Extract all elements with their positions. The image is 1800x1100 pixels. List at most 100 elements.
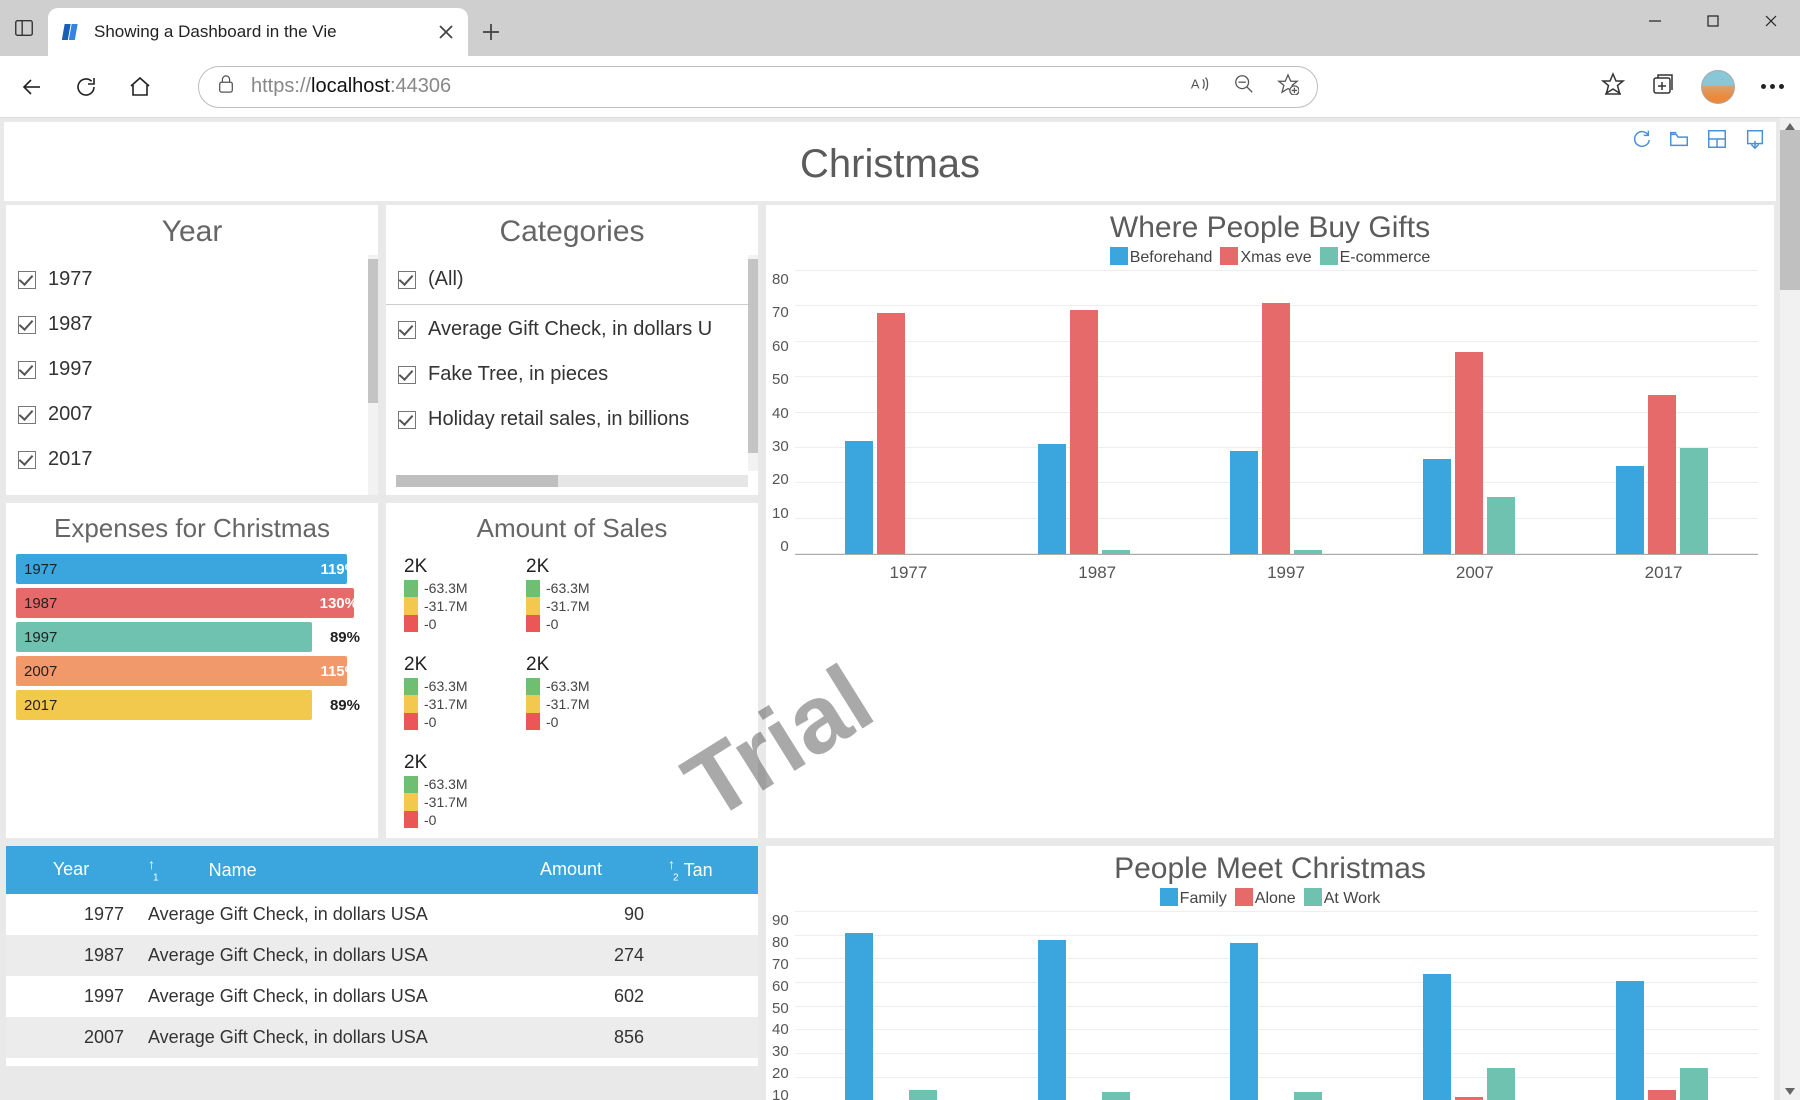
col-amount[interactable]: Amount bbox=[486, 846, 656, 894]
col-name[interactable]: ↑1 Name bbox=[136, 846, 486, 894]
collections-icon[interactable] bbox=[1651, 72, 1675, 101]
checkbox-icon[interactable] bbox=[398, 366, 416, 384]
checkbox-icon[interactable] bbox=[18, 361, 36, 379]
meet-chart-title: People Meet Christmas bbox=[766, 846, 1774, 888]
dash-layout-icon[interactable] bbox=[1706, 128, 1728, 155]
cat-item-all[interactable]: (All) bbox=[386, 257, 758, 302]
checkbox-icon[interactable] bbox=[18, 271, 36, 289]
meet-plot bbox=[795, 912, 1758, 1100]
expense-row: 199789% bbox=[16, 622, 368, 652]
dash-export-icon[interactable] bbox=[1744, 128, 1766, 155]
col-year[interactable]: Year bbox=[6, 846, 136, 894]
more-menu-icon[interactable] bbox=[1761, 84, 1784, 89]
home-button[interactable] bbox=[124, 71, 156, 103]
gauge-value: 2K bbox=[526, 556, 626, 578]
categories-title: Categories bbox=[386, 205, 758, 255]
title-bar: Showing a Dashboard in the Vie bbox=[0, 0, 1800, 56]
table-row[interactable]: 1977Average Gift Check, in dollars USA90 bbox=[6, 894, 758, 935]
gifts-chart-legend: BeforehandXmas eveE-commerce bbox=[766, 247, 1774, 271]
chart-bar bbox=[1423, 459, 1451, 555]
year-scrollbar[interactable] bbox=[368, 255, 378, 495]
sidebar-toggle-icon[interactable] bbox=[0, 0, 48, 56]
expense-label: 2007 bbox=[24, 663, 57, 680]
year-item[interactable]: 2007 bbox=[6, 392, 378, 437]
chart-bar bbox=[1455, 1097, 1483, 1100]
checkbox-icon[interactable] bbox=[398, 411, 416, 429]
favorites-icon[interactable] bbox=[1601, 72, 1625, 101]
data-table[interactable]: Year ↑1 Name Amount ↑2 Tan 1977Average G… bbox=[6, 846, 758, 1058]
dashboard-page: Christmas Year 19771987199720072017 Cate… bbox=[0, 118, 1780, 1100]
expenses-title: Expenses for Christmas bbox=[6, 503, 378, 550]
year-label: 2007 bbox=[48, 403, 93, 426]
expense-label: 1997 bbox=[24, 629, 57, 646]
checkbox-icon[interactable] bbox=[398, 321, 416, 339]
chart-bar bbox=[845, 441, 873, 554]
browser-tab[interactable]: Showing a Dashboard in the Vie bbox=[48, 8, 468, 56]
minimize-button[interactable] bbox=[1626, 0, 1684, 42]
expense-value: 115% bbox=[320, 663, 368, 680]
favorite-add-icon[interactable] bbox=[1277, 73, 1299, 100]
chart-bar bbox=[1648, 1090, 1676, 1100]
year-item[interactable]: 1997 bbox=[6, 347, 378, 392]
gifts-x-axis: 19771987199720072017 bbox=[766, 561, 1774, 583]
table-row[interactable]: 2007Average Gift Check, in dollars USA85… bbox=[6, 1017, 758, 1058]
chart-bar bbox=[1648, 395, 1676, 554]
meet-chart-card: People Meet Christmas FamilyAloneAt Work… bbox=[766, 846, 1774, 1100]
expense-value: 130% bbox=[320, 595, 368, 612]
zoom-out-icon[interactable] bbox=[1233, 73, 1255, 100]
cat-item[interactable]: Fake Tree, in pieces bbox=[386, 352, 758, 397]
chart-bar bbox=[1230, 451, 1258, 554]
read-aloud-icon[interactable]: A bbox=[1189, 73, 1211, 100]
sales-gauge: 2K-63.3M-31.7M-0 bbox=[404, 556, 504, 632]
col-tan[interactable]: ↑2 Tan bbox=[656, 846, 758, 894]
close-tab-icon[interactable] bbox=[438, 24, 454, 40]
dashboard-toolbar bbox=[1630, 128, 1766, 155]
chart-bar bbox=[1230, 943, 1258, 1100]
year-label: 1997 bbox=[48, 358, 93, 381]
checkbox-icon[interactable] bbox=[18, 451, 36, 469]
close-window-button[interactable] bbox=[1742, 0, 1800, 42]
lock-icon bbox=[217, 74, 235, 99]
new-tab-button[interactable] bbox=[468, 8, 514, 56]
refresh-button[interactable] bbox=[70, 71, 102, 103]
maximize-button[interactable] bbox=[1684, 0, 1742, 42]
data-table-card: Year ↑1 Name Amount ↑2 Tan 1977Average G… bbox=[6, 846, 758, 1066]
cat-item[interactable]: Holiday retail sales, in billions bbox=[386, 397, 758, 442]
page-v-scrollbar[interactable] bbox=[1780, 118, 1800, 1100]
gauge-value: 2K bbox=[404, 654, 504, 676]
expense-row: 201789% bbox=[16, 690, 368, 720]
url-bar[interactable]: https://localhost:44306 A bbox=[198, 66, 1318, 108]
chart-bar bbox=[877, 313, 905, 554]
table-row[interactable]: 1987Average Gift Check, in dollars USA27… bbox=[6, 935, 758, 976]
gifts-y-axis: 80706050403020100 bbox=[772, 271, 795, 555]
cat-hscrollbar[interactable] bbox=[396, 475, 748, 487]
gifts-plot bbox=[795, 271, 1758, 555]
year-label: 1977 bbox=[48, 268, 93, 291]
year-item[interactable]: 1987 bbox=[6, 302, 378, 347]
dash-open-icon[interactable] bbox=[1668, 128, 1690, 155]
chart-bar bbox=[845, 933, 873, 1100]
table-row[interactable]: 1997Average Gift Check, in dollars USA60… bbox=[6, 976, 758, 1017]
chart-bar bbox=[1038, 444, 1066, 554]
chart-bar bbox=[1294, 1092, 1322, 1100]
year-item[interactable]: 2017 bbox=[6, 437, 378, 482]
chart-bar bbox=[1616, 466, 1644, 554]
cat-scrollbar[interactable] bbox=[748, 255, 758, 471]
year-item[interactable]: 1977 bbox=[6, 257, 378, 302]
gauge-value: 2K bbox=[404, 556, 504, 578]
year-filter-title: Year bbox=[6, 205, 378, 255]
checkbox-icon[interactable] bbox=[398, 271, 416, 289]
back-button[interactable] bbox=[16, 71, 48, 103]
dash-refresh-icon[interactable] bbox=[1630, 128, 1652, 155]
checkbox-icon[interactable] bbox=[18, 406, 36, 424]
cat-label: Holiday retail sales, in billions bbox=[428, 408, 689, 431]
cat-item[interactable]: Average Gift Check, in dollars U bbox=[386, 307, 758, 352]
profile-avatar[interactable] bbox=[1701, 70, 1735, 104]
year-filter-card: Year 1977 1987 1997 2007 2017 bbox=[6, 205, 378, 495]
chart-bar bbox=[1680, 1068, 1708, 1100]
expense-value: 89% bbox=[330, 697, 370, 714]
cat-label: Average Gift Check, in dollars U bbox=[428, 318, 712, 341]
expense-label: 1977 bbox=[24, 561, 57, 578]
checkbox-icon[interactable] bbox=[18, 316, 36, 334]
gauge-value: 2K bbox=[404, 752, 504, 774]
